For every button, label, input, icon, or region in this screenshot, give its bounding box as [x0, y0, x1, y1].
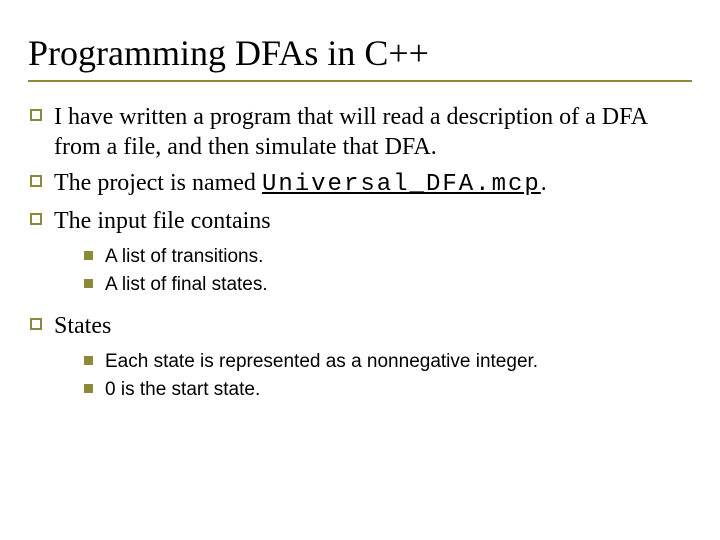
text-run: .: [541, 170, 547, 196]
square-fill-bullet-icon: [84, 384, 93, 393]
square-bullet-icon: [30, 318, 42, 330]
bullet-item: I have written a program that will read …: [28, 102, 692, 162]
bullet-text: The project is named Universal_DFA.mcp.: [54, 168, 692, 200]
sub-bullet-item: A list of transitions.: [84, 244, 692, 270]
sub-list: A list of transitions. A list of final s…: [84, 244, 692, 297]
bullet-text: I have written a program that will read …: [54, 102, 692, 162]
slide-title: Programming DFAs in C++: [28, 32, 692, 82]
sub-bullet-item: Each state is represented as a nonnegati…: [84, 349, 692, 375]
sub-bullet-item: 0 is the start state.: [84, 377, 692, 403]
sub-bullet-text: 0 is the start state.: [105, 377, 692, 403]
bullet-text: The input file contains: [54, 206, 692, 236]
square-fill-bullet-icon: [84, 251, 93, 260]
text-run: The project is named: [54, 170, 262, 196]
sub-bullet-text: A list of transitions.: [105, 244, 692, 270]
code-text: Universal_DFA.mcp: [262, 171, 541, 198]
sub-bullet-text: A list of final states.: [105, 272, 692, 298]
square-bullet-icon: [30, 175, 42, 187]
square-fill-bullet-icon: [84, 279, 93, 288]
bullet-text: States: [54, 311, 692, 341]
sub-list: Each state is represented as a nonnegati…: [84, 349, 692, 402]
square-bullet-icon: [30, 109, 42, 121]
bullet-item: The input file contains: [28, 206, 692, 236]
bullet-item: The project is named Universal_DFA.mcp.: [28, 168, 692, 200]
bullet-item: States: [28, 311, 692, 341]
sub-bullet-text: Each state is represented as a nonnegati…: [105, 349, 692, 375]
sub-bullet-item: A list of final states.: [84, 272, 692, 298]
square-fill-bullet-icon: [84, 356, 93, 365]
square-bullet-icon: [30, 213, 42, 225]
